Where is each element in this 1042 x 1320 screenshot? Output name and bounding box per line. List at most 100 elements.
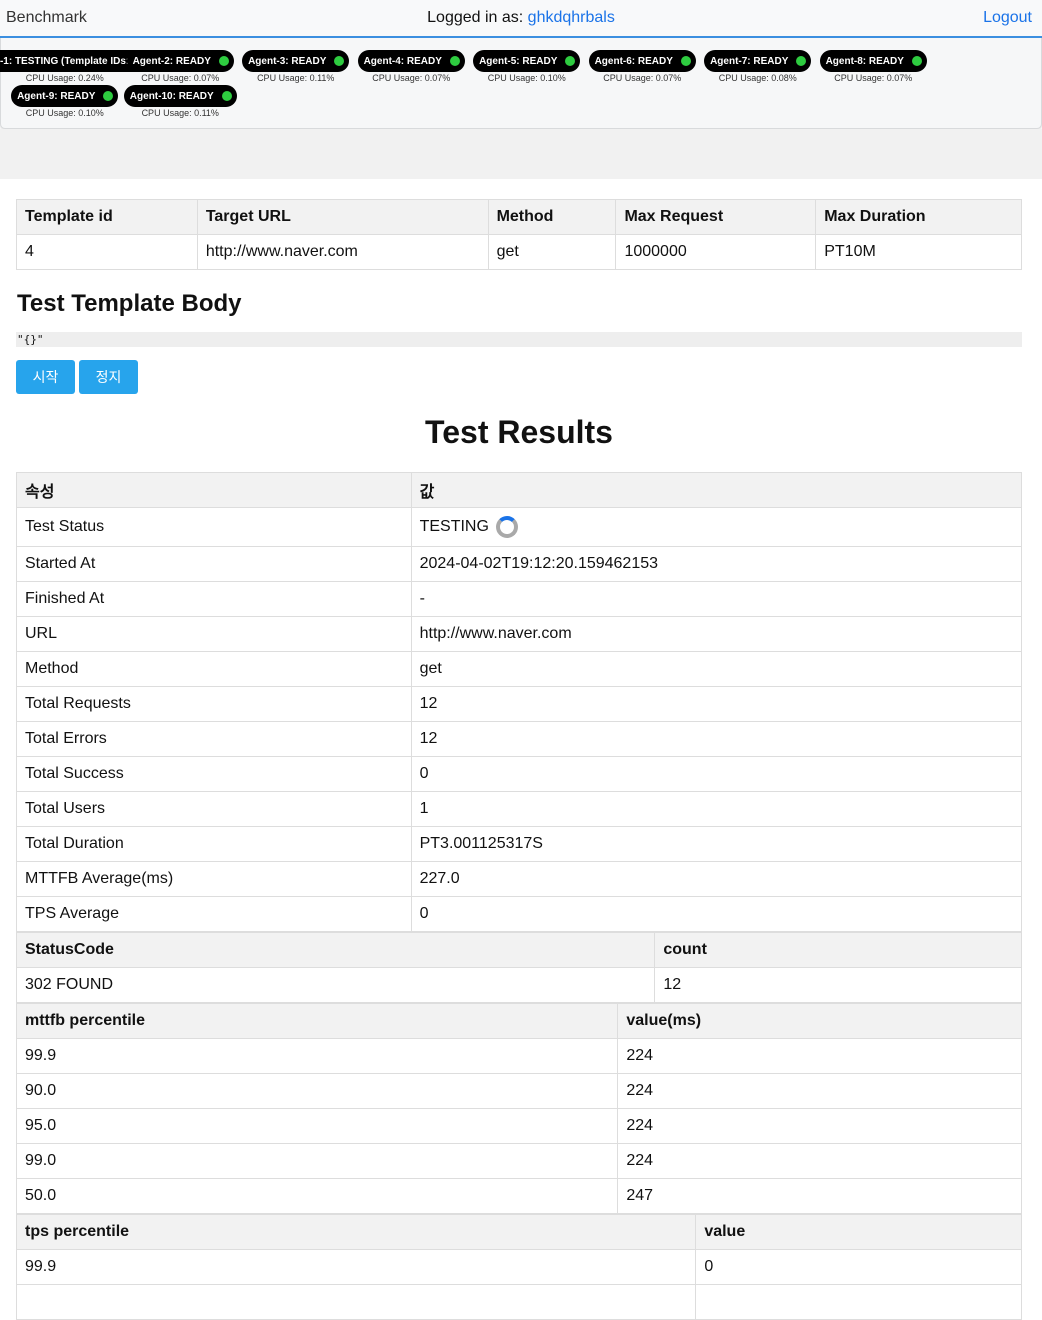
agent-card: Agent-10: READY CPU Usage: 0.11% xyxy=(123,85,239,118)
results-row: Total Success 0 xyxy=(16,756,1023,792)
tps-row-label xyxy=(15,1284,697,1320)
th-tps-percentile: tps percentile xyxy=(15,1214,697,1250)
th-value: 값 xyxy=(410,472,1023,508)
agent-status-pill[interactable]: Agent-7: READY xyxy=(704,50,812,72)
td-max-duration: PT10M xyxy=(815,234,1022,270)
agent-label: Agent-10: READY xyxy=(129,90,214,102)
agent-card: Agent-2: READY CPU Usage: 0.07% xyxy=(123,50,239,83)
status-dot-icon xyxy=(911,56,922,66)
th-template-id: Template id xyxy=(16,199,198,235)
status-code-header: StatusCode count xyxy=(15,932,1022,968)
results-row: TPS Average 0 xyxy=(16,896,1023,932)
loading-spinner-icon xyxy=(496,516,519,538)
mttfb-row-value: 224 xyxy=(617,1108,1022,1144)
result-attribute: Method xyxy=(16,651,412,687)
agent-cpu-usage: CPU Usage: 0.08% xyxy=(718,73,797,83)
result-attribute: URL xyxy=(16,616,412,652)
login-prefix: Logged in as: xyxy=(427,9,524,26)
th-max-request: Max Request xyxy=(615,199,817,235)
template-body-code: "{}" xyxy=(16,332,1022,347)
results-row: URL http://www.naver.com xyxy=(16,616,1023,652)
status-dot-icon xyxy=(334,56,345,66)
status-dot-icon xyxy=(218,56,229,66)
th-mttfb-percentile: mttfb percentile xyxy=(15,1003,619,1039)
mttfb-row-value: 224 xyxy=(617,1038,1022,1074)
start-button[interactable]: 시작 xyxy=(16,360,75,394)
tps-row-value: 0 xyxy=(695,1249,1022,1285)
status-value: TESTING xyxy=(419,518,489,536)
results-row-status: Test Status TESTING xyxy=(16,507,1023,547)
agent-status-pill[interactable]: Agent-5: READY xyxy=(473,50,581,72)
th-max-duration: Max Duration xyxy=(815,199,1022,235)
agent-label: Agent-9: READY xyxy=(17,90,96,102)
agent-status-pill[interactable]: Agent-2: READY xyxy=(126,50,234,72)
results-title: Test Results xyxy=(425,414,613,450)
mttfb-row-value: 247 xyxy=(617,1178,1022,1214)
agent-status-pill[interactable]: Agent-3: READY xyxy=(242,50,350,72)
template-table-row: 4 http://www.naver.com get 1000000 PT10M xyxy=(16,234,1022,270)
th-count: count xyxy=(654,932,1022,968)
result-value: 227.0 xyxy=(410,861,1023,897)
agent-label: Agent-6: READY xyxy=(594,55,673,67)
results-row: Method get xyxy=(16,651,1023,687)
th-method: Method xyxy=(487,199,617,235)
agent-card: Agent-4: READY CPU Usage: 0.07% xyxy=(354,50,470,83)
mttfb-row-label: 50.0 xyxy=(15,1178,619,1214)
stop-button[interactable]: 정지 xyxy=(79,360,138,394)
result-value: 12 xyxy=(410,721,1023,757)
td-method: get xyxy=(487,234,617,270)
username-link[interactable]: ghkdqhrbals xyxy=(528,9,615,26)
mttfb-row: 99.0 224 xyxy=(15,1143,1022,1179)
agent-cpu-usage: CPU Usage: 0.07% xyxy=(834,73,913,83)
result-attribute: Total Requests xyxy=(16,686,412,722)
mttfb-row-label: 99.0 xyxy=(15,1143,619,1179)
agent-card: Agent-6: READY CPU Usage: 0.07% xyxy=(585,50,701,83)
td-target-url: http://www.naver.com xyxy=(196,234,489,270)
agent-label: Agent-3: READY xyxy=(248,55,327,67)
template-table: Template id Target URL Method Max Reques… xyxy=(16,199,1022,270)
agent-status-pill[interactable]: Agent-4: READY xyxy=(357,50,465,72)
status-code-row-value: 12 xyxy=(654,967,1022,1003)
agent-card: Agent-7: READY CPU Usage: 0.08% xyxy=(700,50,816,83)
agent-label: Agent-7: READY xyxy=(710,55,789,67)
agent-cpu-usage: CPU Usage: 0.11% xyxy=(141,108,219,118)
th-status-code: StatusCode xyxy=(15,932,656,968)
mttfb-row-value: 224 xyxy=(617,1143,1022,1179)
result-attribute: Total Users xyxy=(16,791,412,827)
agent-cpu-usage: CPU Usage: 0.07% xyxy=(141,73,220,83)
agents-panel: Agent-1: TESTING (Template IDs: 4)CPU Us… xyxy=(0,38,1042,129)
mttfb-row: 95.0 224 xyxy=(15,1108,1022,1144)
status-dot-icon xyxy=(449,56,460,66)
mttfb-row: 50.0 247 xyxy=(15,1178,1022,1214)
mttfb-row: 99.9 224 xyxy=(15,1038,1022,1074)
status-label: Test Status xyxy=(16,507,412,547)
status-dot-icon xyxy=(221,91,232,101)
agent-status-pill[interactable]: Agent-10: READY xyxy=(123,85,237,107)
result-attribute: Total Success xyxy=(16,756,412,792)
agent-label: Agent-5: READY xyxy=(479,55,558,67)
agent-card: Agent-1: TESTING (Template IDs: 4) CPU Us… xyxy=(0,50,164,83)
mttfb-row-label: 99.9 xyxy=(15,1038,619,1074)
login-info: Logged in as: ghkdqhrbals xyxy=(0,9,1042,27)
mttfb-row-value: 224 xyxy=(617,1073,1022,1109)
status-code-row: 302 FOUND 12 xyxy=(15,967,1022,1003)
agent-status-pill[interactable]: Agent-9: READY xyxy=(11,85,119,107)
agent-card: Agent-9: READY CPU Usage: 0.10% xyxy=(7,85,123,118)
agent-label: Agent-2: READY xyxy=(132,55,211,67)
logout-link[interactable]: Logout xyxy=(983,9,1032,27)
mttfb-row-label: 95.0 xyxy=(15,1108,619,1144)
agent-status-pill[interactable]: Agent-6: READY xyxy=(588,50,696,72)
results-body: Started At 2024-04-02T19:12:20.159462153 F… xyxy=(16,546,1023,932)
agent-cpu-usage: CPU Usage: 0.11% xyxy=(257,73,335,83)
agent-label: Agent-4: READY xyxy=(363,55,442,67)
agent-card: Agent-5: READY CPU Usage: 0.10% xyxy=(469,50,585,83)
results-row: MTTFB Average(ms) 227.0 xyxy=(16,861,1023,897)
agent-list: Agent-1: TESTING (Template IDs: 4)CPU Us… xyxy=(0,50,1035,120)
tps-body: 99.9 0 xyxy=(15,1249,1022,1320)
result-attribute: MTTFB Average(ms) xyxy=(16,861,412,897)
action-buttons: 시작 정지 xyxy=(16,360,1022,394)
spacer-band xyxy=(0,129,1042,179)
status-code-table: StatusCode count 302 FOUND 12 xyxy=(15,932,1022,1003)
agent-status-pill[interactable]: Agent-8: READY xyxy=(819,50,927,72)
tps-table: tps percentile value 99.9 0 xyxy=(15,1214,1022,1320)
